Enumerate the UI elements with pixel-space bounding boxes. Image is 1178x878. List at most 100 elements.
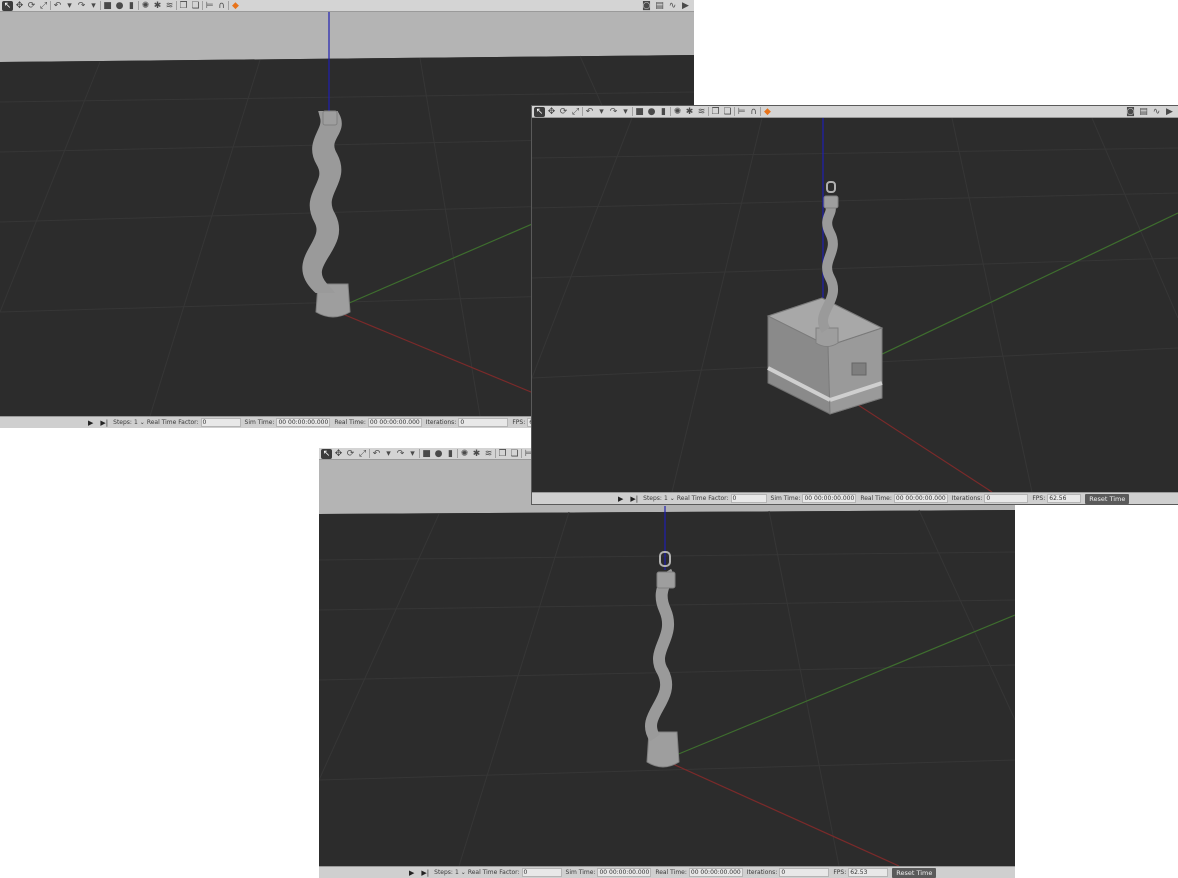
rotate-icon[interactable]: ⟳: [345, 449, 356, 459]
3d-viewport[interactable]: [532, 118, 1178, 492]
chevron-down-icon[interactable]: ⌄: [461, 869, 466, 876]
translate-icon[interactable]: ✥: [14, 1, 25, 11]
rotate-icon[interactable]: ⟳: [26, 1, 37, 11]
directional-light-icon[interactable]: ≋: [483, 449, 494, 459]
copy-icon[interactable]: ❐: [497, 449, 508, 459]
view-angle-icon[interactable]: ◆: [230, 1, 241, 11]
redo-icon[interactable]: ↷: [395, 449, 406, 459]
translate-icon[interactable]: ✥: [546, 107, 557, 117]
box-shape-icon[interactable]: ■: [634, 107, 645, 117]
fps-label: FPS:: [512, 419, 526, 426]
spot-light-icon[interactable]: ✱: [684, 107, 695, 117]
status-bar: ▶ ▶| Steps: 1 ⌄ Real Time Factor: 0 Sim …: [532, 492, 1178, 504]
record-video-icon[interactable]: ▶: [680, 1, 691, 11]
spot-light-icon[interactable]: ✱: [152, 1, 163, 11]
sky: [0, 12, 694, 62]
spot-light-icon[interactable]: ✱: [471, 449, 482, 459]
play-icon[interactable]: ▶: [88, 419, 93, 427]
plot-icon[interactable]: ∿: [667, 1, 678, 11]
real-time-label: Real Time:: [860, 495, 892, 502]
sim-time-label: Sim Time:: [770, 495, 801, 502]
iterations-field: 0: [779, 868, 830, 877]
paste-icon[interactable]: ❏: [722, 107, 733, 117]
redo-icon[interactable]: ↷: [76, 1, 87, 11]
undo-dropdown-icon[interactable]: ▾: [596, 107, 607, 117]
iterations-label: Iterations:: [746, 869, 778, 876]
snap-icon[interactable]: ∩: [748, 107, 759, 117]
sim-time-field: 00 00:00:00.000: [802, 494, 857, 503]
ground-plane: [532, 118, 1178, 492]
snap-icon[interactable]: ∩: [216, 1, 227, 11]
toolbar-separator: [176, 1, 177, 10]
copy-icon[interactable]: ❐: [710, 107, 721, 117]
sphere-shape-icon[interactable]: ●: [114, 1, 125, 11]
log-icon[interactable]: ▤: [1138, 107, 1149, 117]
steps-value[interactable]: 1: [134, 419, 138, 426]
screenshot-icon[interactable]: ◙: [1125, 107, 1136, 117]
point-light-icon[interactable]: ✺: [459, 449, 470, 459]
toolbar: ↖✥⟳⤢↶▾↷▾■●▮✺✱≋❐❏⊨∩◆◙▤∿▶: [532, 106, 1178, 118]
reset-time-button[interactable]: Reset Time: [1085, 493, 1130, 504]
view-angle-icon[interactable]: ◆: [762, 107, 773, 117]
cylinder-shape-icon[interactable]: ▮: [126, 1, 137, 11]
point-light-icon[interactable]: ✺: [672, 107, 683, 117]
undo-dropdown-icon[interactable]: ▾: [64, 1, 75, 11]
steps-value[interactable]: 1: [664, 495, 668, 502]
undo-icon[interactable]: ↶: [584, 107, 595, 117]
steps-label: Steps:: [113, 419, 132, 426]
paste-icon[interactable]: ❏: [190, 1, 201, 11]
chevron-down-icon[interactable]: ⌄: [140, 419, 145, 426]
undo-dropdown-icon[interactable]: ▾: [383, 449, 394, 459]
toolbar-separator: [734, 107, 735, 116]
chevron-down-icon[interactable]: ⌄: [670, 495, 675, 502]
step-icon[interactable]: ▶|: [630, 495, 638, 503]
sim-time-label: Sim Time:: [244, 419, 275, 426]
scale-icon[interactable]: ⤢: [357, 449, 368, 459]
select-arrow-icon[interactable]: ↖: [2, 0, 13, 11]
cylinder-shape-icon[interactable]: ▮: [445, 449, 456, 459]
undo-icon[interactable]: ↶: [371, 449, 382, 459]
select-arrow-icon[interactable]: ↖: [321, 448, 332, 459]
rotate-icon[interactable]: ⟳: [558, 107, 569, 117]
toolbar: ↖✥⟳⤢↶▾↷▾■●▮✺✱≋❐❏⊨∩◆◙▤∿▶: [0, 0, 694, 12]
undo-icon[interactable]: ↶: [52, 1, 63, 11]
play-icon[interactable]: ▶: [618, 495, 623, 503]
sphere-shape-icon[interactable]: ●: [646, 107, 657, 117]
scale-icon[interactable]: ⤢: [38, 1, 49, 11]
redo-dropdown-icon[interactable]: ▾: [620, 107, 631, 117]
log-icon[interactable]: ▤: [654, 1, 665, 11]
align-icon[interactable]: ⊨: [736, 107, 747, 117]
step-icon[interactable]: ▶|: [100, 419, 108, 427]
cylinder-shape-icon[interactable]: ▮: [658, 107, 669, 117]
reset-time-button[interactable]: Reset Time: [892, 867, 937, 878]
sim-time-field: 00 00:00:00.000: [597, 868, 652, 877]
gazebo-window-2: ↖ ✥ ⟳ ⤢ ↶ ▾ ↷ ▾ ■ ● ▮ ✺ ✱ ≋ ❐ ❏ ⊨ ∩ ◆ ◙ ▤ ∿ ▶: [531, 105, 1178, 505]
box-shape-icon[interactable]: ■: [102, 1, 113, 11]
redo-icon[interactable]: ↷: [608, 107, 619, 117]
align-icon[interactable]: ⊨: [204, 1, 215, 11]
play-icon[interactable]: ▶: [409, 869, 414, 877]
copy-icon[interactable]: ❐: [178, 1, 189, 11]
select-arrow-icon[interactable]: ↖: [534, 106, 545, 117]
screenshot-icon[interactable]: ◙: [641, 1, 652, 11]
3d-viewport[interactable]: [319, 460, 1015, 866]
box-shape-icon[interactable]: ■: [421, 449, 432, 459]
steps-label: Steps:: [434, 869, 453, 876]
sphere-shape-icon[interactable]: ●: [433, 449, 444, 459]
redo-dropdown-icon[interactable]: ▾: [407, 449, 418, 459]
point-light-icon[interactable]: ✺: [140, 1, 151, 11]
step-icon[interactable]: ▶|: [421, 869, 429, 877]
toolbar-separator: [760, 107, 761, 116]
real-time-factor-label: Real Time Factor:: [146, 419, 199, 426]
plot-icon[interactable]: ∿: [1151, 107, 1162, 117]
scale-icon[interactable]: ⤢: [570, 107, 581, 117]
paste-icon[interactable]: ❏: [509, 449, 520, 459]
iterations-field: 0: [458, 418, 509, 427]
directional-light-icon[interactable]: ≋: [164, 1, 175, 11]
record-video-icon[interactable]: ▶: [1164, 107, 1175, 117]
real-time-field: 00 00:00:00.000: [688, 868, 743, 877]
directional-light-icon[interactable]: ≋: [696, 107, 707, 117]
redo-dropdown-icon[interactable]: ▾: [88, 1, 99, 11]
translate-icon[interactable]: ✥: [333, 449, 344, 459]
steps-value[interactable]: 1: [455, 869, 459, 876]
